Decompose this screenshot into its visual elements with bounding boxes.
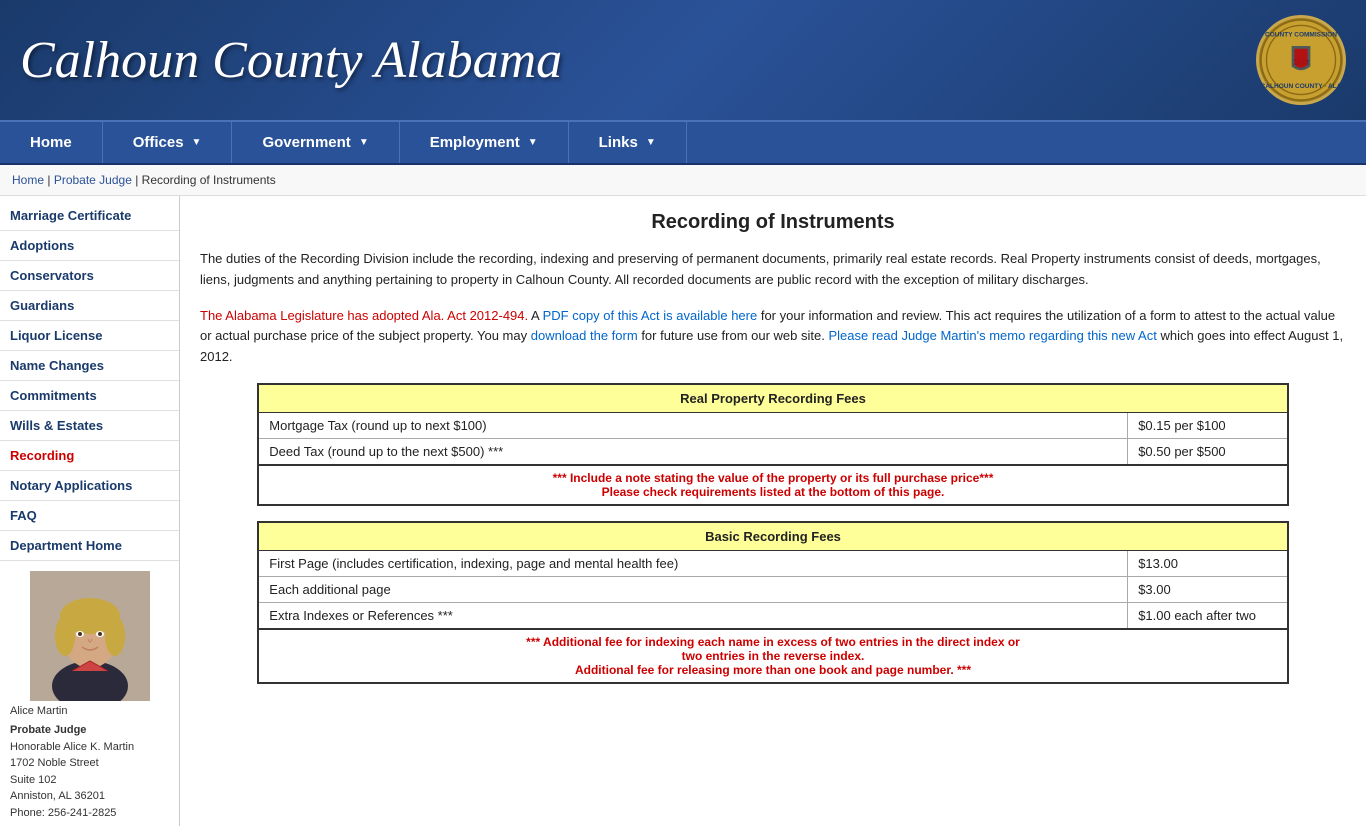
breadcrumb-current: Recording of Instruments xyxy=(142,173,276,187)
main-content: Recording of Instruments The duties of t… xyxy=(180,196,1366,826)
sidebar-item-wills-estates[interactable]: Wills & Estates xyxy=(0,411,179,441)
basic-recording-table-header: Basic Recording Fees xyxy=(258,522,1287,551)
act-link-1[interactable]: PDF copy of this Act is available here xyxy=(543,308,758,323)
extra-indexes-desc: Extra Indexes or References *** xyxy=(258,602,1127,629)
sidebar-item-name-changes[interactable]: Name Changes xyxy=(0,351,179,381)
first-page-amount: $13.00 xyxy=(1128,550,1288,576)
page-layout: Marriage Certificate Adoptions Conservat… xyxy=(0,196,1366,826)
nav-employment-arrow: ▼ xyxy=(528,137,538,148)
act-text-4: for future use from our web site. xyxy=(641,328,828,343)
mortgage-tax-amount: $0.15 per $100 xyxy=(1128,412,1288,438)
page-title: Recording of Instruments xyxy=(200,211,1346,234)
nav-links[interactable]: Links ▼ xyxy=(569,122,687,163)
sidebar: Marriage Certificate Adoptions Conservat… xyxy=(0,196,180,826)
table-row: Extra Indexes or References *** $1.00 ea… xyxy=(258,602,1287,629)
judge-photo-caption: Alice Martin xyxy=(5,705,174,717)
sidebar-item-notary-applications[interactable]: Notary Applications xyxy=(0,471,179,501)
basic-recording-table: Basic Recording Fees First Page (include… xyxy=(257,521,1288,684)
judge-info: Probate Judge Honorable Alice K. Martin … xyxy=(0,717,179,826)
judge-photo xyxy=(30,571,150,701)
real-property-table-header: Real Property Recording Fees xyxy=(258,384,1287,413)
breadcrumb-probate[interactable]: Probate Judge xyxy=(54,173,132,187)
page-header: Calhoun County Alabama COUNTY COMMISSION… xyxy=(0,0,1366,120)
mortgage-tax-desc: Mortgage Tax (round up to next $100) xyxy=(258,412,1127,438)
act-text-1: The Alabama Legislature has adopted Ala.… xyxy=(200,308,528,323)
breadcrumb-home[interactable]: Home xyxy=(12,173,44,187)
judge-photo-container: Alice Martin xyxy=(0,571,179,717)
real-property-note-row: *** Include a note stating the value of … xyxy=(258,465,1287,505)
additional-page-amount: $3.00 xyxy=(1128,576,1288,602)
act-link-3[interactable]: Please read Judge Martin's memo regardin… xyxy=(828,328,1156,343)
sidebar-item-marriage-certificate[interactable]: Marriage Certificate xyxy=(0,201,179,231)
sidebar-item-faq[interactable]: FAQ xyxy=(0,501,179,531)
sidebar-item-department-home[interactable]: Department Home xyxy=(0,531,179,561)
svg-text:CALHOUN COUNTY · ALA: CALHOUN COUNTY · ALA xyxy=(1261,83,1342,90)
sidebar-item-conservators[interactable]: Conservators xyxy=(0,261,179,291)
nav-home[interactable]: Home xyxy=(0,122,103,163)
nav-links-arrow: ▼ xyxy=(646,137,656,148)
county-seal: COUNTY COMMISSION CALHOUN COUNTY · ALA 1… xyxy=(1256,15,1346,105)
nav-government[interactable]: Government ▼ xyxy=(232,122,399,163)
real-property-table: Real Property Recording Fees Mortgage Ta… xyxy=(257,383,1288,506)
basic-recording-note-row: *** Additional fee for indexing each nam… xyxy=(258,629,1287,683)
act-link-2[interactable]: download the form xyxy=(531,328,638,343)
sidebar-item-recording[interactable]: Recording xyxy=(0,441,179,471)
judge-phone: Phone: 256-241-2825 xyxy=(10,805,169,822)
real-property-note: *** Include a note stating the value of … xyxy=(258,465,1287,505)
table-row: Deed Tax (round up to the next $500) ***… xyxy=(258,438,1287,465)
nav-offices[interactable]: Offices ▼ xyxy=(103,122,233,163)
deed-tax-amount: $0.50 per $500 xyxy=(1128,438,1288,465)
sidebar-item-adoptions[interactable]: Adoptions xyxy=(0,231,179,261)
additional-page-desc: Each additional page xyxy=(258,576,1127,602)
nav-offices-arrow: ▼ xyxy=(192,137,202,148)
basic-recording-note: *** Additional fee for indexing each nam… xyxy=(258,629,1287,683)
main-nav: Home Offices ▼ Government ▼ Employment ▼… xyxy=(0,120,1366,165)
deed-tax-desc: Deed Tax (round up to the next $500) *** xyxy=(258,438,1127,465)
judge-address1: 1702 Noble Street xyxy=(10,755,169,772)
breadcrumb: Home | Probate Judge | Recording of Inst… xyxy=(0,165,1366,196)
extra-indexes-amount: $1.00 each after two xyxy=(1128,602,1288,629)
judge-address2: Suite 102 xyxy=(10,772,169,789)
first-page-desc: First Page (includes certification, inde… xyxy=(258,550,1127,576)
table-row: First Page (includes certification, inde… xyxy=(258,550,1287,576)
nav-employment[interactable]: Employment ▼ xyxy=(400,122,569,163)
judge-title: Probate Judge xyxy=(10,722,169,739)
judge-name: Honorable Alice K. Martin xyxy=(10,739,169,756)
svg-text:COUNTY COMMISSION: COUNTY COMMISSION xyxy=(1265,32,1337,39)
table-row: Each additional page $3.00 xyxy=(258,576,1287,602)
act-text-2: A xyxy=(531,308,543,323)
nav-government-arrow: ▼ xyxy=(359,137,369,148)
act-paragraph: The Alabama Legislature has adopted Ala.… xyxy=(200,306,1346,368)
sidebar-item-guardians[interactable]: Guardians xyxy=(0,291,179,321)
table-row: Mortgage Tax (round up to next $100) $0.… xyxy=(258,412,1287,438)
intro-paragraph: The duties of the Recording Division inc… xyxy=(200,249,1346,291)
judge-address3: Anniston, AL 36201 xyxy=(10,788,169,805)
site-title: Calhoun County Alabama xyxy=(20,31,562,90)
sidebar-item-commitments[interactable]: Commitments xyxy=(0,381,179,411)
sidebar-item-liquor-license[interactable]: Liquor License xyxy=(0,321,179,351)
